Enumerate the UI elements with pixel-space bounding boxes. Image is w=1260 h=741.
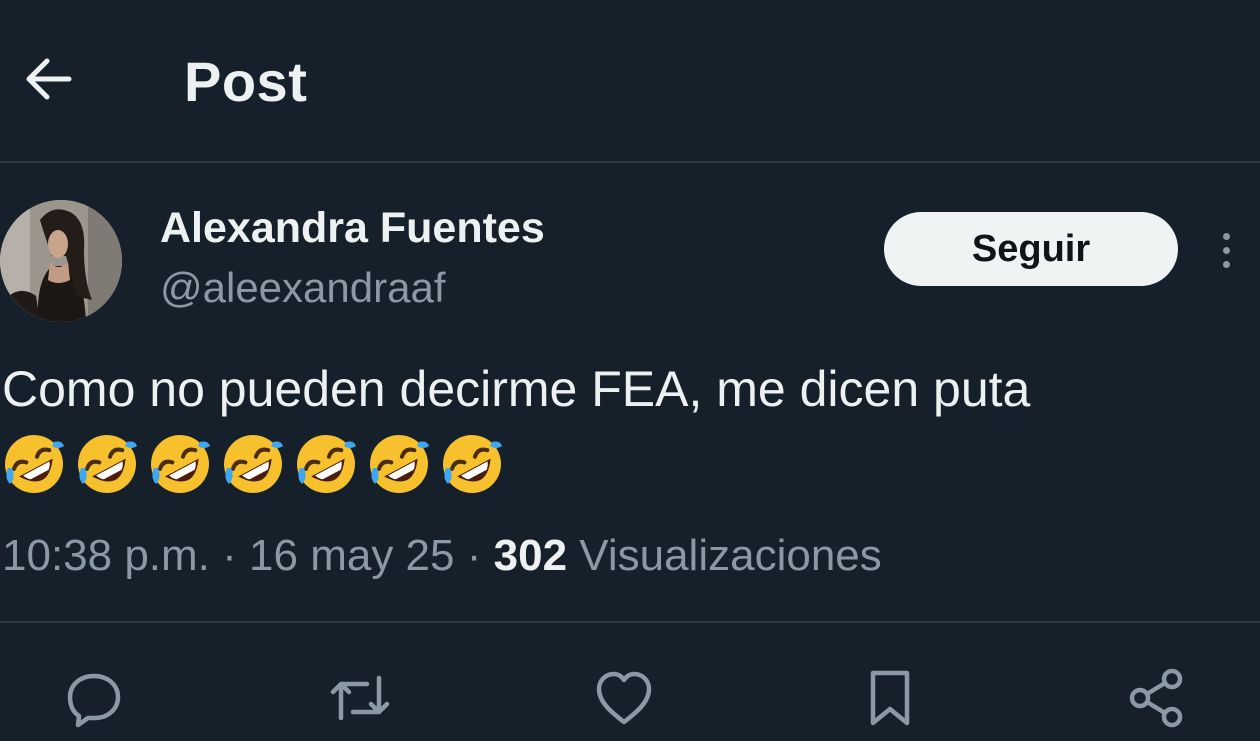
- post-time[interactable]: 10:38 p.m.: [2, 531, 210, 580]
- like-icon: [596, 671, 652, 725]
- header: Post: [0, 0, 1260, 162]
- follow-button[interactable]: Seguir: [884, 212, 1178, 286]
- repost-icon: [330, 675, 390, 721]
- action-bar: [0, 660, 1260, 736]
- rolling-laughing-emoji-icon: [151, 435, 210, 493]
- emoji-row: [2, 432, 504, 500]
- share-button[interactable]: [1118, 660, 1194, 736]
- reply-button[interactable]: [56, 660, 132, 736]
- arrow-left-icon: [26, 58, 72, 100]
- divider: [0, 621, 1260, 623]
- views-label: Visualizaciones: [579, 531, 882, 580]
- reply-icon: [67, 673, 121, 728]
- more-options-button[interactable]: [1206, 222, 1246, 278]
- rolling-laughing-emoji-icon: [370, 435, 429, 493]
- bookmark-button[interactable]: [852, 660, 928, 736]
- back-button[interactable]: [14, 46, 80, 112]
- avatar[interactable]: [0, 200, 122, 322]
- share-icon: [1129, 668, 1183, 728]
- meta-separator: ·: [466, 531, 482, 580]
- rolling-laughing-emoji-icon: [443, 435, 502, 493]
- rolling-laughing-emoji-icon: [4, 435, 64, 493]
- more-vertical-icon: [1222, 260, 1230, 268]
- more-vertical-icon: [1222, 232, 1230, 240]
- views-count: 302: [493, 531, 568, 580]
- post-text: Como no pueden decirme FEA, me dicen put…: [2, 361, 1031, 417]
- page-title: Post: [184, 50, 308, 113]
- post-date[interactable]: 16 may 25: [249, 531, 454, 580]
- like-button[interactable]: [586, 660, 662, 736]
- author-name[interactable]: Alexandra Fuentes: [160, 202, 545, 254]
- divider: [0, 161, 1260, 163]
- avatar-photo: [0, 200, 122, 322]
- rolling-laughing-emoji-icon: [224, 435, 283, 493]
- post-meta: 10:38 p.m. · 16 may 25 · 302 Visualizaci…: [2, 528, 882, 584]
- rolling-laughing-emoji-icon: [78, 435, 137, 493]
- meta-separator: ·: [222, 531, 237, 580]
- repost-button[interactable]: [322, 660, 398, 736]
- bookmark-icon: [870, 670, 910, 726]
- author-handle[interactable]: @aleexandraaf: [160, 262, 446, 314]
- more-vertical-icon: [1222, 246, 1230, 254]
- post-screen: Post Alexandra Fuentes @aleexandraaf Seg…: [0, 0, 1260, 741]
- rolling-laughing-emoji-icon: [297, 435, 356, 493]
